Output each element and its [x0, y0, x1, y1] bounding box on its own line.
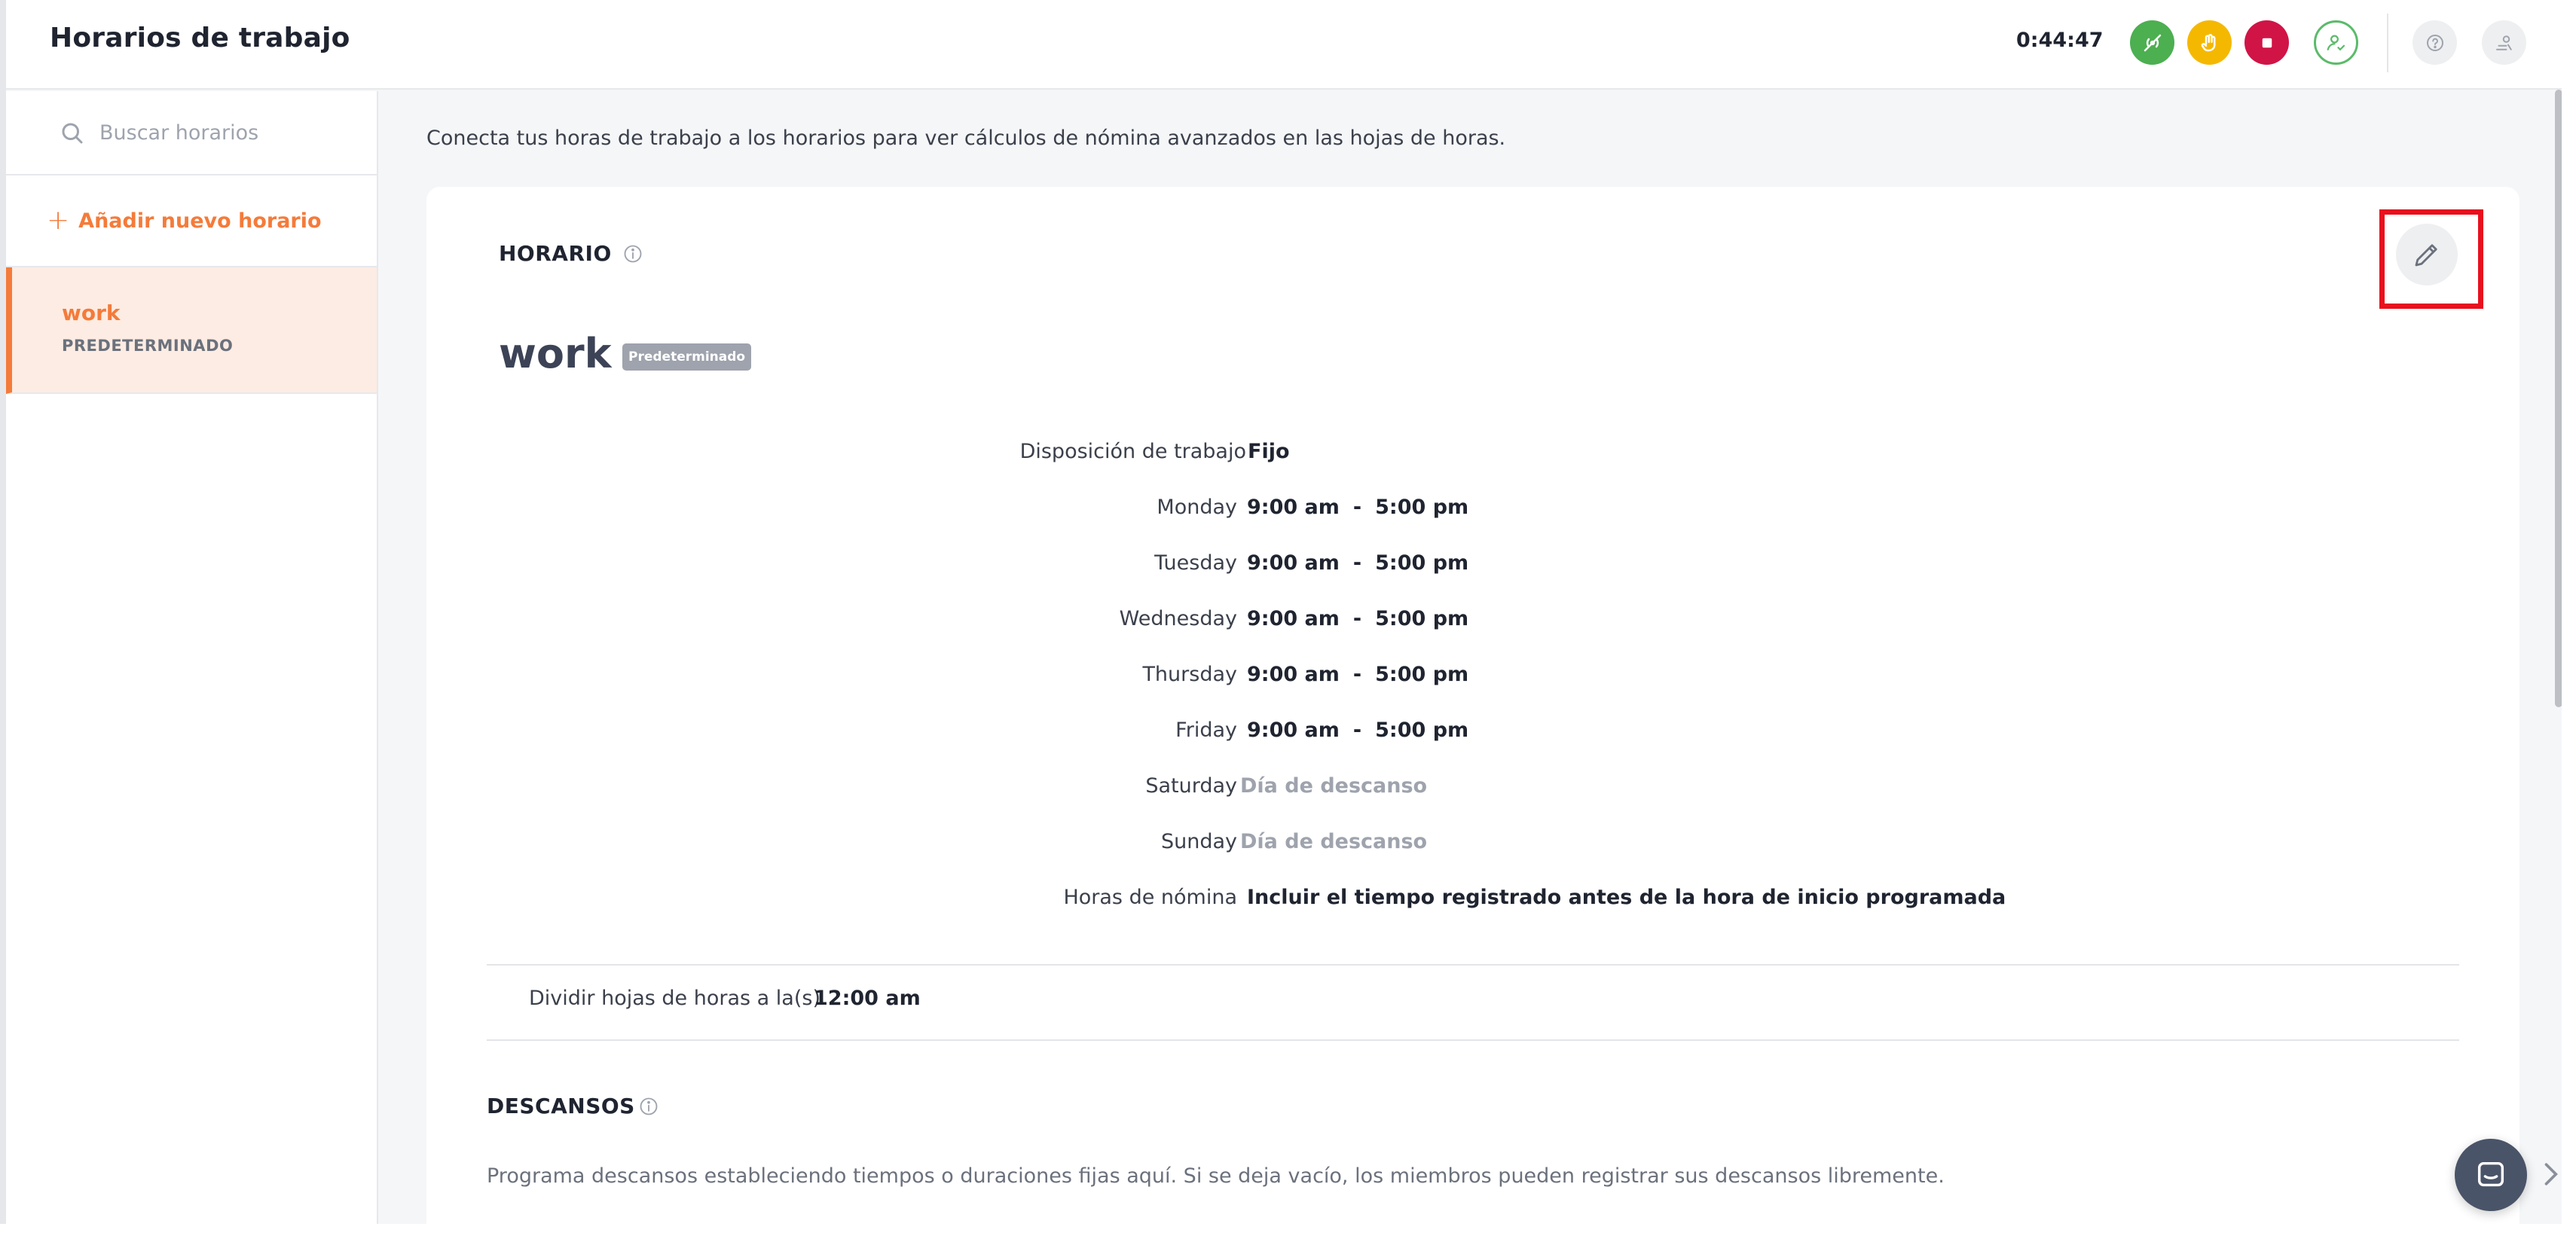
start-time: 9:00 am	[1247, 496, 1340, 519]
day-row-thursday: Thursday 9:00 am -5:00 pm	[426, 663, 2310, 693]
day-row-tuesday: Tuesday 9:00 am -5:00 pm	[426, 551, 2310, 581]
settings-button[interactable]	[2482, 20, 2526, 65]
help-icon	[2426, 34, 2443, 51]
chat-button[interactable]	[2455, 1139, 2527, 1211]
sidebar-item-work[interactable]: work PREDETERMINADO	[6, 267, 377, 394]
payroll-row: Horas de nómina Incluir el tiempo regist…	[426, 886, 2310, 916]
day-hours: 9:00 am -5:00 pm	[1247, 551, 1468, 575]
info-icon[interactable]	[622, 243, 643, 264]
vertical-scrollbar[interactable]	[2555, 90, 2562, 707]
search-icon	[62, 123, 83, 144]
split-value: 12:00 am	[814, 987, 921, 1010]
day-row-friday: Friday 9:00 am -5:00 pm	[426, 719, 2310, 749]
default-badge: Predeterminado	[622, 343, 752, 371]
chat-icon	[2477, 1161, 2504, 1187]
start-time: 9:00 am	[1247, 607, 1340, 630]
time-separator: -	[1352, 719, 1362, 742]
signal-off-button[interactable]	[2130, 20, 2174, 65]
page-title: Horarios de trabajo	[50, 23, 350, 53]
end-time: 5:00 pm	[1375, 551, 1469, 575]
info-icon[interactable]	[638, 1096, 659, 1117]
start-time: 9:00 am	[1247, 719, 1340, 742]
day-label: Saturday	[1145, 774, 1237, 798]
search-input[interactable]	[99, 115, 356, 150]
day-row-saturday: Saturday Día de descanso	[426, 774, 2310, 804]
schedules-sidebar: + Añadir nuevo horario work PREDETERMINA…	[6, 91, 378, 1224]
day-row-sunday: Sunday Día de descanso	[426, 830, 2310, 860]
intro-text: Conecta tus horas de trabajo a los horar…	[426, 127, 1506, 150]
day-off-value: Día de descanso	[1240, 830, 1428, 853]
time-separator: -	[1352, 607, 1362, 630]
time-separator: -	[1352, 551, 1362, 575]
start-time: 9:00 am	[1247, 663, 1340, 686]
settings-icon	[2495, 35, 2512, 50]
hand-icon	[2201, 33, 2215, 51]
day-label: Friday	[1175, 719, 1237, 742]
edit-schedule-button[interactable]	[2396, 224, 2458, 285]
day-hours: 9:00 am -5:00 pm	[1247, 496, 1468, 519]
schedule-item-tag: PREDETERMINADO	[62, 337, 234, 355]
day-row-monday: Monday 9:00 am -5:00 pm	[426, 496, 2310, 526]
stop-timer-button[interactable]	[2244, 20, 2289, 65]
app-window: Horarios de trabajo 0:44:47 Buscar horar…	[0, 0, 2562, 1224]
break-button[interactable]	[2187, 20, 2232, 65]
day-label: Sunday	[1160, 830, 1237, 853]
schedule-item-name: work	[62, 301, 121, 325]
breaks-description: Programa descansos estableciendo tiempos…	[487, 1164, 1945, 1188]
day-label: Thursday	[1142, 663, 1237, 686]
pencil-icon	[2415, 244, 2437, 267]
end-time: 5:00 pm	[1375, 663, 1469, 686]
user-status-button[interactable]	[2314, 20, 2358, 65]
time-separator: -	[1352, 496, 1362, 519]
end-time: 5:00 pm	[1375, 719, 1469, 742]
breaks-section-label: DESCANSOS	[487, 1094, 635, 1118]
arrangement-row: Disposición de trabajo Fijo	[426, 440, 2310, 470]
split-label: Dividir hojas de horas a la(s)	[529, 987, 820, 1010]
end-time: 5:00 pm	[1375, 496, 1469, 519]
time-separator: -	[1352, 663, 1362, 686]
signal-off-icon	[2144, 34, 2161, 51]
payroll-value: Incluir el tiempo registrado antes de la…	[1247, 886, 2006, 909]
schedule-card: HORARIO work Predeterminado Disposición …	[426, 187, 2519, 1224]
day-label: Tuesday	[1154, 551, 1237, 575]
schedule-section-title: HORARIO	[499, 241, 643, 266]
arrangement-value: Fijo	[1248, 440, 1290, 463]
divider	[487, 964, 2459, 966]
breaks-section-title: DESCANSOS	[487, 1094, 659, 1118]
chevron-right-icon[interactable]	[2538, 1158, 2562, 1191]
stop-icon	[2262, 38, 2272, 47]
search-row	[6, 91, 377, 175]
help-button[interactable]	[2413, 20, 2457, 65]
end-time: 5:00 pm	[1375, 607, 1469, 630]
day-hours: 9:00 am -5:00 pm	[1247, 663, 1468, 686]
plus-icon: +	[47, 205, 70, 236]
day-label: Wednesday	[1119, 607, 1237, 630]
day-label: Monday	[1157, 496, 1237, 519]
divider	[487, 1039, 2459, 1041]
header-divider	[2387, 14, 2388, 72]
top-header: Horarios de trabajo 0:44:47	[6, 0, 2562, 90]
start-time: 9:00 am	[1247, 551, 1340, 575]
day-off-value: Día de descanso	[1240, 774, 1428, 798]
day-row-wednesday: Wednesday 9:00 am -5:00 pm	[426, 607, 2310, 637]
day-hours: 9:00 am -5:00 pm	[1247, 607, 1468, 630]
add-schedule-label: Añadir nuevo horario	[78, 209, 322, 233]
timer-display: 0:44:47	[2016, 29, 2104, 52]
user-check-icon	[2327, 35, 2345, 50]
add-schedule-button[interactable]: + Añadir nuevo horario	[47, 207, 322, 234]
schedule-title: work	[499, 330, 612, 377]
payroll-label: Horas de nómina	[1063, 886, 1237, 909]
schedule-section-label: HORARIO	[499, 241, 612, 266]
arrangement-label: Disposición de trabajo	[1019, 440, 1246, 463]
day-hours: 9:00 am -5:00 pm	[1247, 719, 1468, 742]
add-row: + Añadir nuevo horario	[6, 175, 377, 267]
